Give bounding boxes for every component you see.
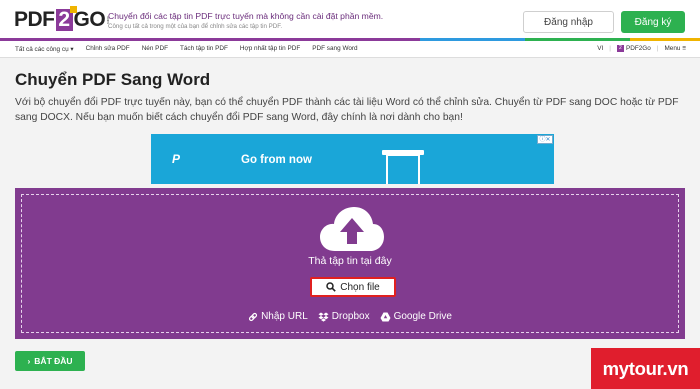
hamburger-icon: ≡ (682, 45, 686, 53)
logo-text-2: 2 (55, 6, 77, 31)
mytour-watermark: mytour.vn (591, 348, 700, 389)
page-description: Với bộ chuyển đổi PDF trực tuyến này, bạ… (15, 97, 679, 123)
nav-item-split-pdf[interactable]: Tách tập tin PDF (180, 45, 228, 53)
ad-content: Go from now (201, 134, 554, 184)
ad-banner[interactable]: P Go from now ⓘ✕ (151, 134, 554, 184)
dropbox-icon (318, 312, 329, 322)
link-icon (248, 312, 258, 321)
nav-links: Tất cả các công cụ ▾ Chỉnh sửa PDF Nén P… (15, 45, 358, 53)
login-button[interactable]: Đăng nhập (523, 11, 614, 33)
header: PDF 2 GO .com Chuyển đổi các tập tin PDF tr… (0, 0, 700, 40)
drop-text: Thả tập tin tại đây (308, 255, 392, 267)
menu-label: Menu (664, 45, 681, 53)
ad-brand-logo: P (151, 134, 201, 184)
upload-dropzone[interactable]: Thả tập tin tại đây Chọn file Nhập URL D… (15, 188, 685, 339)
nav-item-all-tools[interactable]: Tất cả các công cụ ▾ (15, 45, 74, 53)
tagline: Chuyển đổi các tập tin PDF trực tuyến mà… (108, 11, 508, 30)
start-label: BẮT ĐẦU (34, 356, 73, 366)
language-selector[interactable]: VI (597, 45, 603, 52)
pdf2go-mini-icon: 2 (616, 45, 624, 52)
ad-graphic-icon (382, 150, 424, 184)
tagline-sub: Công cụ tất cả trong một của bạn để chỉn… (108, 23, 283, 30)
enter-url-label: Nhập URL (261, 311, 308, 322)
tagline-main: Chuyển đổi các tập tin PDF trực tuyến mà… (108, 11, 384, 21)
nav-right: VI | 2 PDF2Go | Menu ≡ (597, 45, 686, 52)
brand-link[interactable]: 2 PDF2Go (616, 45, 651, 53)
logo-text-pdf: PDF (14, 8, 55, 31)
google-drive-label: Google Drive (393, 311, 452, 322)
logo-text-go: GO (73, 8, 106, 31)
search-icon (326, 282, 337, 292)
nav-item-merge-pdf[interactable]: Hợp nhất tập tin PDF (240, 45, 300, 53)
upload-sources: Nhập URL Dropbox Google Drive (15, 311, 685, 322)
chevron-right-icon: › (27, 356, 31, 366)
pdf2go-logo[interactable]: PDF 2 GO .com (14, 6, 111, 31)
nav-item-compress-pdf[interactable]: Nén PDF (142, 45, 168, 53)
nav-separator: | (609, 45, 611, 53)
register-button[interactable]: Đăng ký (621, 11, 685, 33)
nav-bar: Tất cả các công cụ ▾ Chỉnh sửa PDF Nén P… (0, 41, 700, 58)
choose-file-button[interactable]: Chọn file (310, 277, 396, 297)
start-button[interactable]: › BẮT ĐẦU (15, 351, 85, 371)
nav-item-edit-pdf[interactable]: Chỉnh sửa PDF (86, 45, 130, 53)
google-drive-button[interactable]: Google Drive (380, 311, 452, 322)
dropbox-button[interactable]: Dropbox (318, 311, 370, 322)
menu-button[interactable]: Menu ≡ (664, 45, 686, 52)
enter-url-button[interactable]: Nhập URL (248, 311, 308, 322)
page-title: Chuyển PDF Sang Word (15, 70, 211, 89)
cloud-upload-icon (320, 207, 384, 251)
ad-text: Go from now (241, 154, 312, 166)
ad-choices-icon[interactable]: ⓘ✕ (537, 135, 553, 144)
dropbox-label: Dropbox (331, 311, 370, 322)
nav-separator: | (656, 45, 659, 53)
nav-item-pdf-to-word[interactable]: PDF sang Word (312, 45, 357, 53)
choose-file-label: Chọn file (340, 281, 380, 293)
brand-link-label: PDF2Go (625, 45, 651, 53)
google-drive-icon (380, 312, 391, 321)
